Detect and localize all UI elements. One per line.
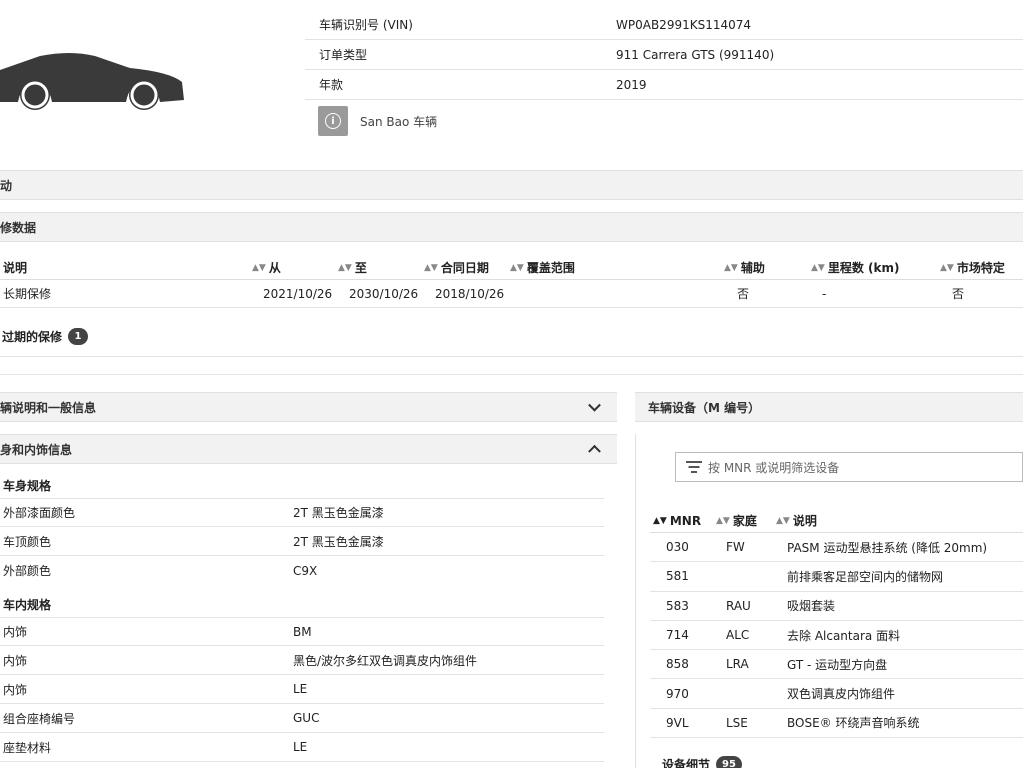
general-info-accordion[interactable]: 车辆说明和一般信息 bbox=[0, 392, 617, 422]
list-item: 座垫材料 LE bbox=[0, 733, 604, 762]
chevron-down-icon bbox=[588, 398, 601, 412]
sort-icon: ▲▼ bbox=[716, 515, 730, 526]
col-contract-date[interactable]: ▲▼ 合同日期 bbox=[424, 259, 489, 276]
interior-spec-title: 车内规格 bbox=[3, 598, 52, 612]
divider bbox=[0, 374, 1023, 375]
general-info-title: 车辆说明和一般信息 bbox=[0, 400, 97, 415]
equipment-filter-input[interactable]: 按 MNR 或说明筛选设备 bbox=[675, 452, 1023, 482]
table-row: 030 FW PASM 运动型悬挂系统 (降低 20mm) bbox=[650, 533, 1023, 563]
list-item: 内饰 LE bbox=[0, 675, 604, 704]
vehicle-info: 车辆识别号 (VIN) WP0AB2991KS114074 订单类型 911 C… bbox=[305, 10, 1023, 142]
warranty-title: 保修数据 bbox=[0, 220, 37, 235]
body-spec-title: 车身规格 bbox=[3, 479, 52, 493]
cell-to: 2030/10/26 bbox=[349, 286, 419, 301]
vin-row: 车辆识别号 (VIN) WP0AB2991KS114074 bbox=[305, 10, 1023, 40]
order-type-label: 订单类型 bbox=[319, 48, 368, 62]
col-mileage[interactable]: ▲▼ 里程数 (km) bbox=[811, 259, 899, 276]
body-spec-group: 车身规格 外部漆面颜色 2T 黑玉色金属漆 车顶颜色 2T 黑玉色金属漆 外部颜… bbox=[0, 462, 617, 585]
cell-contract-date: 2018/10/26 bbox=[435, 286, 505, 301]
expired-count-badge: 1 bbox=[68, 328, 89, 345]
info-icon: i bbox=[325, 113, 341, 129]
col-family[interactable]: ▲▼ 家庭 bbox=[716, 512, 757, 529]
cell-market-specific: 否 bbox=[952, 287, 965, 301]
table-row: 583 RAU 吸烟套装 bbox=[650, 592, 1023, 621]
sort-icon: ▲▼ bbox=[653, 515, 667, 526]
list-item: 外部漆面颜色 2T 黑玉色金属漆 bbox=[0, 498, 604, 527]
warranty-table: 说明 ▲▼ 从 ▲▼ 至 ▲▼ 合同日期 ▲▼ 覆盖范围 ▲▼ 辅助 ▲▼ 里程数 (km)… bbox=[0, 256, 1023, 308]
interior-spec-group: 车内规格 内饰 BM 内饰 黑色/波尔多红双色调真皮内饰组件 内饰 LE 组合座… bbox=[0, 585, 617, 762]
expired-warranty-label: 过期的保修 bbox=[2, 330, 63, 344]
cell-auxiliary: 否 bbox=[737, 287, 750, 301]
sort-icon: ▲▼ bbox=[776, 515, 790, 526]
info-button[interactable]: i bbox=[318, 106, 348, 136]
col-market-specific[interactable]: ▲▼ 市场特定 bbox=[940, 259, 1005, 276]
col-to[interactable]: ▲▼ 至 bbox=[338, 259, 367, 276]
sort-icon: ▲▼ bbox=[424, 262, 438, 273]
warranty-table-header: 说明 ▲▼ 从 ▲▼ 至 ▲▼ 合同日期 ▲▼ 覆盖范围 ▲▼ 辅助 ▲▼ 里程数 (km)… bbox=[0, 256, 1023, 280]
list-item: 内饰 BM bbox=[0, 617, 604, 646]
table-row: 581 前排乘客足部空间内的储物网 bbox=[650, 562, 1023, 592]
activity-title: 活动 bbox=[0, 178, 13, 193]
table-row: 长期保修 2021/10/26 2030/10/26 2018/10/26 否 … bbox=[0, 280, 1023, 308]
equipment-details-toggle[interactable]: 设备细节 95 bbox=[662, 756, 742, 768]
sort-icon: ▲▼ bbox=[811, 262, 825, 273]
equipment-table-header: ▲▼ MNR ▲▼ 家庭 ▲▼ 说明 bbox=[650, 509, 1023, 533]
table-row: 714 ALC 去除 Alcantara 面料 bbox=[650, 621, 1023, 651]
body-interior-panel: 车身规格 外部漆面颜色 2T 黑玉色金属漆 车顶颜色 2T 黑玉色金属漆 外部颜… bbox=[0, 462, 617, 762]
sort-icon: ▲▼ bbox=[338, 262, 352, 273]
cell-description: 长期保修 bbox=[3, 287, 52, 301]
body-interior-accordion[interactable]: 车身和内饰信息 bbox=[0, 434, 617, 464]
model-year-label: 年款 bbox=[319, 78, 344, 92]
sort-icon: ▲▼ bbox=[724, 262, 738, 273]
cell-from: 2021/10/26 bbox=[263, 286, 333, 301]
col-coverage[interactable]: ▲▼ 覆盖范围 bbox=[510, 259, 575, 276]
col-equipment-description[interactable]: ▲▼ 说明 bbox=[776, 512, 817, 529]
equipment-table: ▲▼ MNR ▲▼ 家庭 ▲▼ 说明 030 FW PASM 运动型悬挂系统 (降低 20… bbox=[650, 509, 1023, 739]
table-row: 9VL LSE BOSE® 环绕声音响系统 bbox=[650, 709, 1023, 739]
order-type-value: 911 Carrera GTS (991140) bbox=[616, 47, 775, 62]
sanbao-row: i San Bao 车辆 bbox=[305, 100, 1023, 142]
vin-value: WP0AB2991KS114074 bbox=[616, 17, 752, 32]
col-description[interactable]: 说明 bbox=[3, 259, 27, 276]
model-year-row: 年款 2019 bbox=[305, 70, 1023, 100]
col-from[interactable]: ▲▼ 从 bbox=[252, 259, 281, 276]
body-interior-title: 车身和内饰信息 bbox=[0, 442, 73, 457]
cell-mileage: - bbox=[822, 286, 827, 301]
sort-icon: ▲▼ bbox=[510, 262, 524, 273]
equipment-details-count: 95 bbox=[716, 756, 742, 768]
table-row: 970 双色调真皮内饰组件 bbox=[650, 679, 1023, 709]
col-auxiliary[interactable]: ▲▼ 辅助 bbox=[724, 259, 765, 276]
filter-icon bbox=[686, 461, 702, 473]
vin-label: 车辆识别号 (VIN) bbox=[319, 18, 413, 32]
sort-icon: ▲▼ bbox=[252, 262, 266, 273]
table-row: 858 LRA GT - 运动型方向盘 bbox=[650, 650, 1023, 680]
list-item: 组合座椅编号 GUC bbox=[0, 704, 604, 733]
col-mnr[interactable]: ▲▼ MNR bbox=[653, 514, 701, 528]
equipment-details-label: 设备细节 bbox=[662, 758, 711, 768]
divider bbox=[635, 434, 636, 768]
sort-icon: ▲▼ bbox=[940, 262, 954, 273]
equipment-panel-title: 车辆设备（M 编号） bbox=[648, 400, 761, 415]
activity-section-header[interactable]: 活动 bbox=[0, 170, 1023, 200]
warranty-section-header[interactable]: 保修数据 bbox=[0, 212, 1023, 242]
car-silhouette-icon bbox=[0, 53, 184, 110]
divider bbox=[0, 356, 1023, 357]
list-item: 外部颜色 C9X bbox=[3, 563, 318, 579]
list-item: 内饰 黑色/波尔多红双色调真皮内饰组件 bbox=[0, 646, 604, 675]
filter-placeholder: 按 MNR 或说明筛选设备 bbox=[708, 460, 840, 475]
expired-warranty-toggle[interactable]: 过期的保修 1 bbox=[2, 328, 89, 345]
model-year-value: 2019 bbox=[616, 77, 647, 92]
sanbao-label: San Bao 车辆 bbox=[360, 114, 438, 129]
chevron-up-icon bbox=[588, 444, 601, 458]
order-type-row: 订单类型 911 Carrera GTS (991140) bbox=[305, 40, 1023, 70]
list-item: 车顶颜色 2T 黑玉色金属漆 bbox=[0, 527, 604, 556]
equipment-panel-header: 车辆设备（M 编号） bbox=[635, 392, 1023, 422]
